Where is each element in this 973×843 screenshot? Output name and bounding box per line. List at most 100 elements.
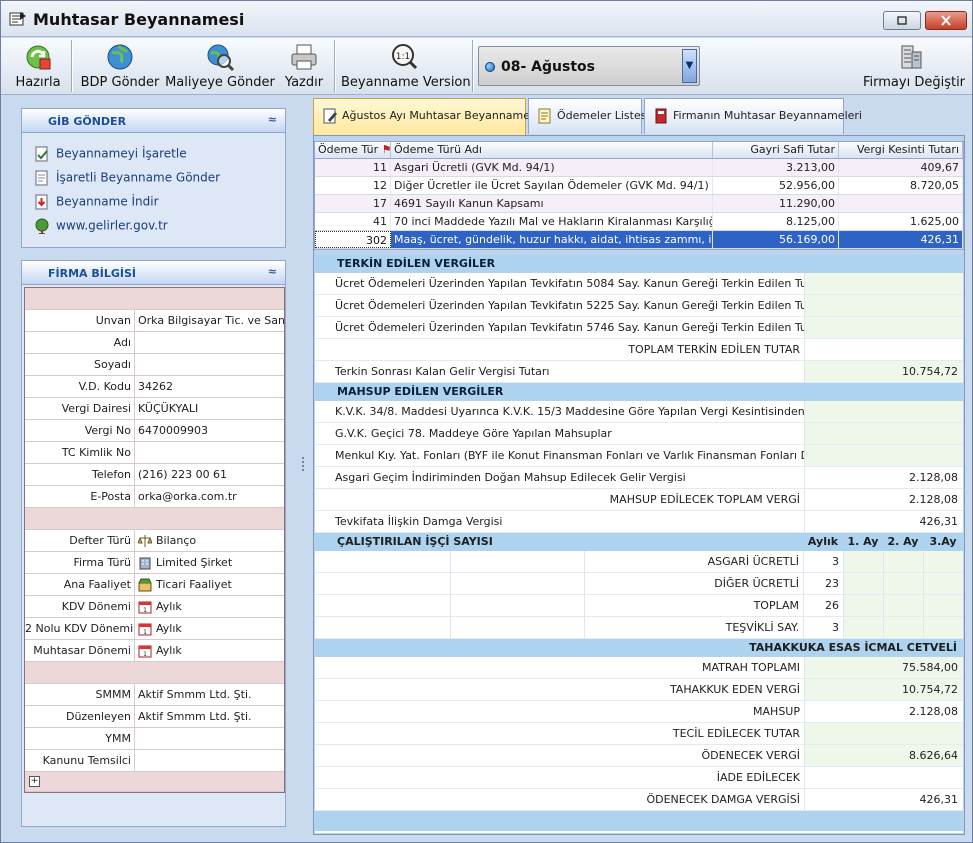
- prop-row-kdv-donemi[interactable]: KDV Dönemi 1 Aylık: [25, 596, 284, 618]
- prop-value[interactable]: [135, 750, 284, 771]
- prop-value[interactable]: [135, 442, 284, 463]
- prop-row-ana-faaliyet[interactable]: Ana Faaliyet Ticari Faaliyet: [25, 574, 284, 596]
- row-value[interactable]: 3: [803, 617, 843, 638]
- row-value[interactable]: [804, 295, 963, 316]
- cell-1-ay[interactable]: [843, 595, 883, 616]
- prop-value[interactable]: Aktif Smmm Ltd. Şti.: [135, 684, 284, 705]
- beyannameyi-isaretle-link[interactable]: Beyannameyi İşaretle: [34, 146, 187, 166]
- table-row[interactable]: 17 4691 Sayılı Kanun Kapsamı 11.290,00: [315, 195, 963, 213]
- firma-panel-header[interactable]: FİRMA BİLGİSİ ≈: [22, 261, 285, 285]
- cell-2-ay[interactable]: [883, 595, 923, 616]
- prop-row-soyadi[interactable]: Soyadı: [25, 354, 284, 376]
- collapse-icon[interactable]: ≈: [268, 265, 277, 278]
- gib-panel-header[interactable]: GİB GÖNDER ≈: [22, 109, 285, 133]
- row-value[interactable]: [804, 317, 963, 338]
- row-value[interactable]: 26: [803, 595, 843, 616]
- prop-row-telefon[interactable]: Telefon (216) 223 00 61: [25, 464, 284, 486]
- row-value[interactable]: [804, 401, 963, 422]
- prop-value[interactable]: (216) 223 00 61: [135, 464, 284, 485]
- prop-row-2nolu-kdv[interactable]: 2 Nolu KDV Dönemi 1 Aylık: [25, 618, 284, 640]
- prop-value[interactable]: orka@orka.com.tr: [135, 486, 284, 507]
- row-value[interactable]: 10.754,72: [804, 361, 963, 382]
- tab-firmanin-beyannameleri[interactable]: Firmanın Muhtasar Beyannameleri: [644, 98, 862, 134]
- col-header-vergi-kesinti[interactable]: Vergi Kesinti Tutarı: [839, 142, 963, 158]
- firmayi-degistir-button[interactable]: Firmayı Değiştir: [863, 38, 965, 94]
- month-select[interactable]: 08- Ağustos ▼: [478, 46, 700, 86]
- row-value[interactable]: [804, 273, 963, 294]
- bdp-gonder-button[interactable]: BDP Gönder: [79, 38, 161, 94]
- prop-value[interactable]: Ticari Faaliyet: [156, 578, 232, 591]
- prop-row-unvan[interactable]: UnvanOrka Bilgisayar Tic. ve San. Ltd.: [25, 310, 284, 332]
- close-button[interactable]: [925, 11, 967, 30]
- row-value[interactable]: 3: [803, 551, 843, 572]
- cell-3-ay[interactable]: [923, 573, 963, 594]
- prop-value[interactable]: Limited Şirket: [156, 556, 232, 569]
- restore-button[interactable]: [883, 11, 921, 30]
- prop-label: Unvan: [25, 310, 135, 331]
- hazirla-button[interactable]: Hazırla: [9, 38, 67, 94]
- col-header-odeme-turu-adi[interactable]: Ödeme Türü Adı: [391, 142, 713, 158]
- maliyeye-gonder-button[interactable]: Maliyeye Gönder: [165, 38, 275, 94]
- isaretli-beyanname-gonder-link[interactable]: İşaretli Beyanname Gönder: [34, 170, 220, 190]
- prop-row-firma-turu[interactable]: Firma Türü Limited Şirket: [25, 552, 284, 574]
- cell-1-ay[interactable]: [843, 551, 883, 572]
- prop-value[interactable]: Aylık: [156, 600, 182, 613]
- cell-2-ay[interactable]: [883, 617, 923, 638]
- tab-agustos-beyannamesi[interactable]: Ağustos Ayı Muhtasar Beyannamesi: [313, 98, 539, 136]
- cell-1-ay[interactable]: [843, 617, 883, 638]
- row-value[interactable]: [804, 723, 963, 744]
- col-header-odeme-tur[interactable]: Ödeme Tür ⚑: [315, 142, 391, 158]
- dropdown-arrow-icon[interactable]: ▼: [682, 49, 697, 83]
- prop-value[interactable]: Aylık: [156, 644, 182, 657]
- row-value[interactable]: [804, 423, 963, 444]
- tab-odemeler-listesi[interactable]: Ödemeler Listesi: [528, 98, 650, 134]
- splitter-handle[interactable]: [299, 97, 309, 842]
- expand-button[interactable]: +: [29, 776, 40, 787]
- prop-value[interactable]: Aylık: [156, 622, 182, 635]
- prop-value[interactable]: 34262: [135, 376, 284, 397]
- row-value[interactable]: [804, 445, 963, 466]
- prop-row-smmm[interactable]: SMMM Aktif Smmm Ltd. Şti.: [25, 684, 284, 706]
- table-row[interactable]: 12 Diğer Ücretler ile Ücret Sayılan Ödeme…: [315, 177, 963, 195]
- prop-row-defter-turu[interactable]: Defter Türü Bilanço: [25, 530, 284, 552]
- cell-3-ay[interactable]: [923, 595, 963, 616]
- prop-row-eposta[interactable]: E-Posta orka@orka.com.tr: [25, 486, 284, 508]
- prop-value[interactable]: Bilanço: [156, 534, 196, 547]
- prop-value[interactable]: [135, 728, 284, 749]
- prop-value[interactable]: KÜÇÜKYALI: [135, 398, 284, 419]
- prop-value[interactable]: Aktif Smmm Ltd. Şti.: [135, 706, 284, 727]
- cell-1-ay[interactable]: [843, 573, 883, 594]
- prop-row-vd-kodu[interactable]: V.D. Kodu 34262: [25, 376, 284, 398]
- prop-row-kanunu-temsilci[interactable]: Kanunu Temsilci: [25, 750, 284, 772]
- table-row[interactable]: 11 Asgari Ücretli (GVK Md. 94/1) 3.213,00 4…: [315, 159, 963, 177]
- cell-3-ay[interactable]: [923, 551, 963, 572]
- table-row[interactable]: 41 70 inci Maddede Yazılı Mal ve Hakların…: [315, 213, 963, 231]
- prop-row-tc-kimlik[interactable]: TC Kimlik No: [25, 442, 284, 464]
- beyanname-indir-link[interactable]: Beyanname İndir: [34, 194, 159, 214]
- prop-value[interactable]: [135, 354, 284, 375]
- prop-row-ymm[interactable]: YMM: [25, 728, 284, 750]
- prop-row-muhtasar-donemi[interactable]: Muhtasar Dönemi 1 Aylık: [25, 640, 284, 662]
- gelirler-website-link[interactable]: www.gelirler.gov.tr: [34, 218, 168, 238]
- prop-value[interactable]: [135, 332, 284, 353]
- col-header-gayri-safi[interactable]: Gayri Safi Tutar: [713, 142, 839, 158]
- prop-value[interactable]: Orka Bilgisayar Tic. ve San. Ltd.: [135, 310, 284, 331]
- prop-value[interactable]: 6470009903: [135, 420, 284, 441]
- collapse-icon[interactable]: ≈: [268, 113, 277, 126]
- cell-3-ay[interactable]: [923, 617, 963, 638]
- row-value[interactable]: 23: [803, 573, 843, 594]
- grid-body: 11 Asgari Ücretli (GVK Md. 94/1) 3.213,00 4…: [315, 159, 963, 249]
- prop-label: Vergi No: [25, 420, 135, 441]
- prop-row-adi[interactable]: Adı: [25, 332, 284, 354]
- row-label: Tevkifata İlişkin Damga Vergisi: [335, 515, 503, 528]
- prop-row-vergi-no[interactable]: Vergi No 6470009903: [25, 420, 284, 442]
- beyanname-version-button[interactable]: 1:1 Beyanname Version: [341, 38, 471, 94]
- prop-row-vergi-dairesi[interactable]: Vergi Dairesi KÜÇÜKYALI: [25, 398, 284, 420]
- cell-2-ay[interactable]: [883, 551, 923, 572]
- yazdir-button[interactable]: Yazdır: [279, 38, 329, 94]
- cell: 70 inci Maddede Yazılı Mal ve Hakların K…: [391, 213, 713, 230]
- prop-row-duzenleyen[interactable]: Düzenleyen Aktif Smmm Ltd. Şti.: [25, 706, 284, 728]
- cell-2-ay[interactable]: [883, 573, 923, 594]
- table-row-selected[interactable]: 302 Maaş, ücret, gündelik, huzur hakkı, a…: [315, 231, 963, 249]
- maliyeye-gonder-label: Maliyeye Gönder: [165, 75, 275, 90]
